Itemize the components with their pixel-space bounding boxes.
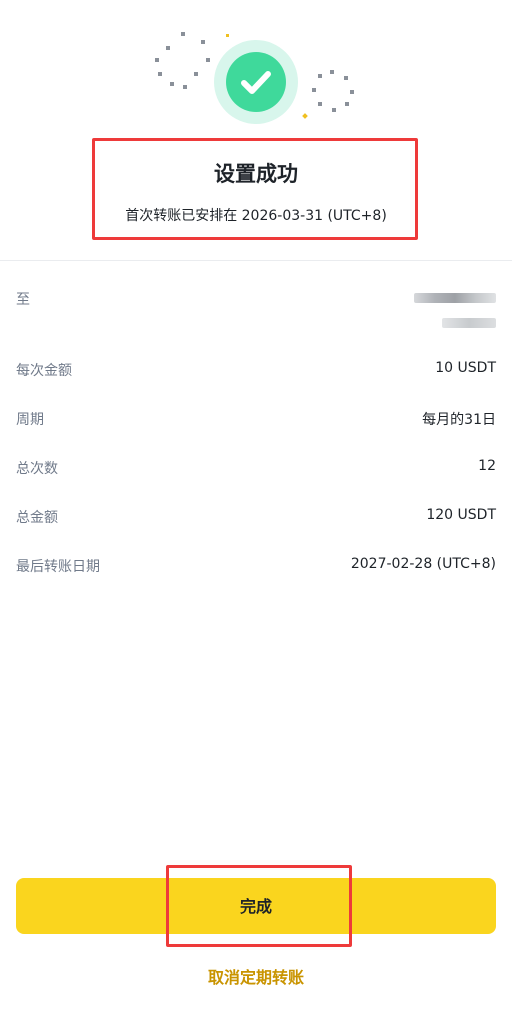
detail-label: 最后转账日期	[16, 559, 100, 575]
detail-label: 至	[16, 292, 30, 308]
detail-label: 周期	[16, 412, 44, 428]
detail-label: 总次数	[16, 461, 58, 477]
detail-value: 10 USDT	[435, 360, 496, 376]
success-badge	[214, 40, 298, 124]
detail-value: 120 USDT	[426, 507, 496, 523]
detail-value: 每月的31日	[422, 412, 496, 428]
cancel-recurring-transfer-link[interactable]: 取消定期转账	[0, 964, 512, 988]
detail-label: 总金额	[16, 510, 58, 526]
success-header: 设置成功 首次转账已安排在 2026-03-31 (UTC+8)	[0, 0, 512, 260]
page-title: 设置成功	[214, 162, 298, 186]
detail-label: 每次金额	[16, 363, 72, 379]
divider	[0, 260, 512, 261]
redacted-recipient	[414, 289, 496, 331]
detail-row-frequency: 周期 每月的31日	[16, 409, 496, 431]
detail-value: 2027-02-28 (UTC+8)	[350, 556, 496, 572]
detail-row-total-count: 总次数 12	[16, 458, 496, 480]
detail-row-last-date: 最后转账日期 2027-02-28 (UTC+8)	[16, 556, 496, 578]
detail-row-recipient: 至	[16, 289, 496, 333]
schedule-subtitle: 首次转账已安排在 2026-03-31 (UTC+8)	[125, 208, 387, 224]
detail-row-amount-each: 每次金额 10 USDT	[16, 360, 496, 382]
detail-value: 12	[478, 458, 496, 474]
highlight-annotation-button	[166, 865, 352, 947]
detail-row-total-amount: 总金额 120 USDT	[16, 507, 496, 529]
check-circle-icon	[226, 52, 286, 112]
